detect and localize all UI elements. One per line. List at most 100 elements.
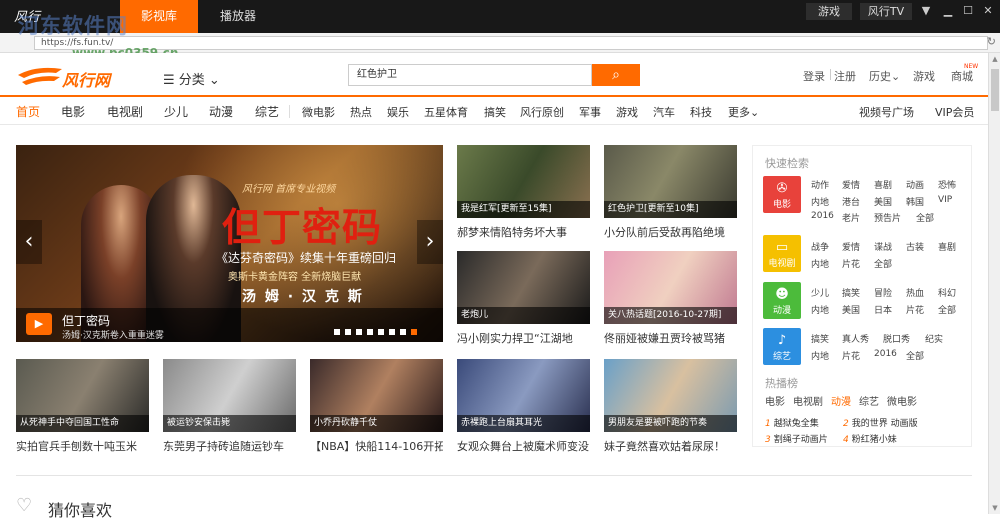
quick-link[interactable]: 热血 <box>906 286 924 299</box>
quick-link[interactable]: 动画 <box>906 178 924 191</box>
hot-item[interactable]: 1 越狱兔全集 <box>765 416 819 429</box>
quick-link[interactable]: 内地 <box>811 195 829 208</box>
quick-link[interactable]: 脱口秀 <box>883 332 910 345</box>
tile-title[interactable]: 佟丽娅被嫌丑贾玲被骂猪 <box>604 330 737 346</box>
quick-link[interactable]: 老片 <box>842 211 860 224</box>
nav-micro-film[interactable]: 微电影 <box>302 104 335 120</box>
quick-link[interactable]: 古装 <box>906 240 924 253</box>
quick-link[interactable]: VIP <box>938 195 952 205</box>
nav-sports[interactable]: 五星体育 <box>424 104 468 120</box>
tv-category-icon[interactable]: ▭ 电视剧 <box>763 235 801 272</box>
variety-category-icon[interactable]: ♪ 综艺 <box>763 328 801 365</box>
quick-link[interactable]: 搞笑 <box>842 286 860 299</box>
nav-more[interactable]: 更多⌄ <box>728 104 759 120</box>
nav-tech[interactable]: 科技 <box>690 104 712 120</box>
tile-title[interactable]: 女观众舞台上被魔术师变没 <box>457 438 590 454</box>
scroll-down-icon[interactable]: ▼ <box>989 502 1000 514</box>
movie-category-icon[interactable]: ✇ 电影 <box>763 176 801 213</box>
quick-link[interactable]: 美国 <box>874 195 892 208</box>
nav-cars[interactable]: 汽车 <box>653 104 675 120</box>
nav-military[interactable]: 军事 <box>579 104 601 120</box>
hot-tab-micro[interactable]: 微电影 <box>887 393 917 408</box>
search-input[interactable]: 红色护卫 <box>348 64 592 86</box>
hot-tab-movie[interactable]: 电影 <box>765 393 785 408</box>
anime-category-icon[interactable]: ☻ 动漫 <box>763 282 801 319</box>
tile-title[interactable]: 东莞男子持砖追随运钞车 <box>163 438 296 454</box>
register-link[interactable]: 注册 <box>834 68 856 84</box>
tile-title[interactable]: 【NBA】快船114-106开拓 <box>310 438 443 454</box>
banner-dot[interactable] <box>400 329 406 335</box>
nav-vip[interactable]: VIP会员 <box>935 104 974 120</box>
vertical-scrollbar[interactable]: ▲ ▼ <box>988 53 1000 514</box>
quick-link[interactable]: 全部 <box>916 211 934 224</box>
quick-link[interactable]: 全部 <box>906 349 924 362</box>
maximize-icon[interactable]: ☐ <box>958 3 978 19</box>
quick-link[interactable]: 内地 <box>811 303 829 316</box>
quick-link[interactable]: 喜剧 <box>938 240 956 253</box>
scroll-up-icon[interactable]: ▲ <box>989 53 1000 65</box>
video-tile[interactable]: 红色护卫[更新至10集] 小分队前后受敌再陷绝境 <box>604 145 737 240</box>
nav-video-square[interactable]: 视频号广场 <box>859 104 914 120</box>
quick-link[interactable]: 美国 <box>842 303 860 316</box>
quick-link[interactable]: 2016 <box>811 211 834 221</box>
fengxing-tv-button[interactable]: 风行TV <box>860 3 912 20</box>
nav-tv[interactable]: 电视剧 <box>107 103 143 120</box>
banner-dot[interactable] <box>334 329 340 335</box>
quick-link[interactable]: 纪实 <box>925 332 943 345</box>
hot-tab-tv[interactable]: 电视剧 <box>793 393 823 408</box>
tile-title[interactable]: 实拍官兵手刨数十吨玉米 <box>16 438 149 454</box>
hot-tab-anime[interactable]: 动漫 <box>831 393 851 408</box>
nav-hot[interactable]: 热点 <box>350 104 372 120</box>
hero-banner[interactable]: 风行网 首席专业视频 但丁密码 《达芬奇密码》续集十年重磅回归 奥斯卡黄金阵容 … <box>16 145 443 342</box>
search-button[interactable]: ⌕ <box>592 64 640 86</box>
hot-item[interactable]: 4 粉红猪小妹 <box>843 432 897 445</box>
quick-link[interactable]: 爱情 <box>842 240 860 253</box>
minimize-icon[interactable]: ▁ <box>938 3 958 19</box>
nav-variety[interactable]: 综艺 <box>255 103 279 120</box>
hot-tab-variety[interactable]: 综艺 <box>859 393 879 408</box>
scroll-thumb[interactable] <box>991 69 999 111</box>
banner-dot[interactable] <box>411 329 417 335</box>
menu-arrow-icon[interactable]: ▼ <box>916 3 936 19</box>
login-link[interactable]: 登录 <box>803 68 825 84</box>
nav-games[interactable]: 游戏 <box>616 104 638 120</box>
quick-link[interactable]: 韩国 <box>906 195 924 208</box>
nav-home[interactable]: 首页 <box>16 103 40 120</box>
quick-link[interactable]: 真人秀 <box>842 332 869 345</box>
category-menu[interactable]: ☰ 分类 ⌄ <box>163 69 220 88</box>
games-button[interactable]: 游戏 <box>806 3 852 20</box>
games-link[interactable]: 游戏 <box>913 68 935 84</box>
tab-library[interactable]: 影视库 <box>120 0 198 33</box>
quick-link[interactable]: 日本 <box>874 303 892 316</box>
quick-link[interactable]: 片花 <box>906 303 924 316</box>
quick-link[interactable]: 全部 <box>938 303 956 316</box>
hot-item[interactable]: 2 我的世界 动画版 <box>843 416 918 429</box>
quick-link[interactable]: 搞笑 <box>811 332 829 345</box>
refresh-icon[interactable]: ↻ <box>987 35 996 48</box>
quick-link[interactable]: 谍战 <box>874 240 892 253</box>
quick-link[interactable]: 科幻 <box>938 286 956 299</box>
play-icon[interactable]: ▶ <box>26 313 52 335</box>
video-tile[interactable]: 赤裸跑上台扇其耳光 女观众舞台上被魔术师变没 <box>457 359 590 454</box>
quick-link[interactable]: 全部 <box>874 257 892 270</box>
quick-link[interactable]: 预告片 <box>874 211 901 224</box>
banner-dot[interactable] <box>389 329 395 335</box>
quick-link[interactable]: 2016 <box>874 349 897 359</box>
nav-movie[interactable]: 电影 <box>61 103 85 120</box>
nav-entertainment[interactable]: 娱乐 <box>387 104 409 120</box>
quick-link[interactable]: 内地 <box>811 257 829 270</box>
quick-link[interactable]: 内地 <box>811 349 829 362</box>
banner-next-button[interactable]: › <box>417 220 443 264</box>
quick-link[interactable]: 动作 <box>811 178 829 191</box>
quick-link[interactable]: 恐怖 <box>938 178 956 191</box>
tab-player[interactable]: 播放器 <box>198 0 278 33</box>
banner-dot[interactable] <box>345 329 351 335</box>
banner-prev-button[interactable]: ‹ <box>16 220 42 264</box>
nav-anime[interactable]: 动漫 <box>209 103 233 120</box>
video-tile[interactable]: 老炮儿 冯小刚实力捍卫“江湖地 <box>457 251 590 346</box>
tile-title[interactable]: 郝梦来情陷特务坏大事 <box>457 224 590 240</box>
tile-title[interactable]: 妹子竟然喜欢姑着尿尿！ <box>604 438 737 454</box>
video-tile[interactable]: 从死神手中夺回国工性命 实拍官兵手刨数十吨玉米 <box>16 359 149 454</box>
tile-title[interactable]: 冯小刚实力捍卫“江湖地 <box>457 330 590 346</box>
quick-link[interactable]: 片花 <box>842 257 860 270</box>
